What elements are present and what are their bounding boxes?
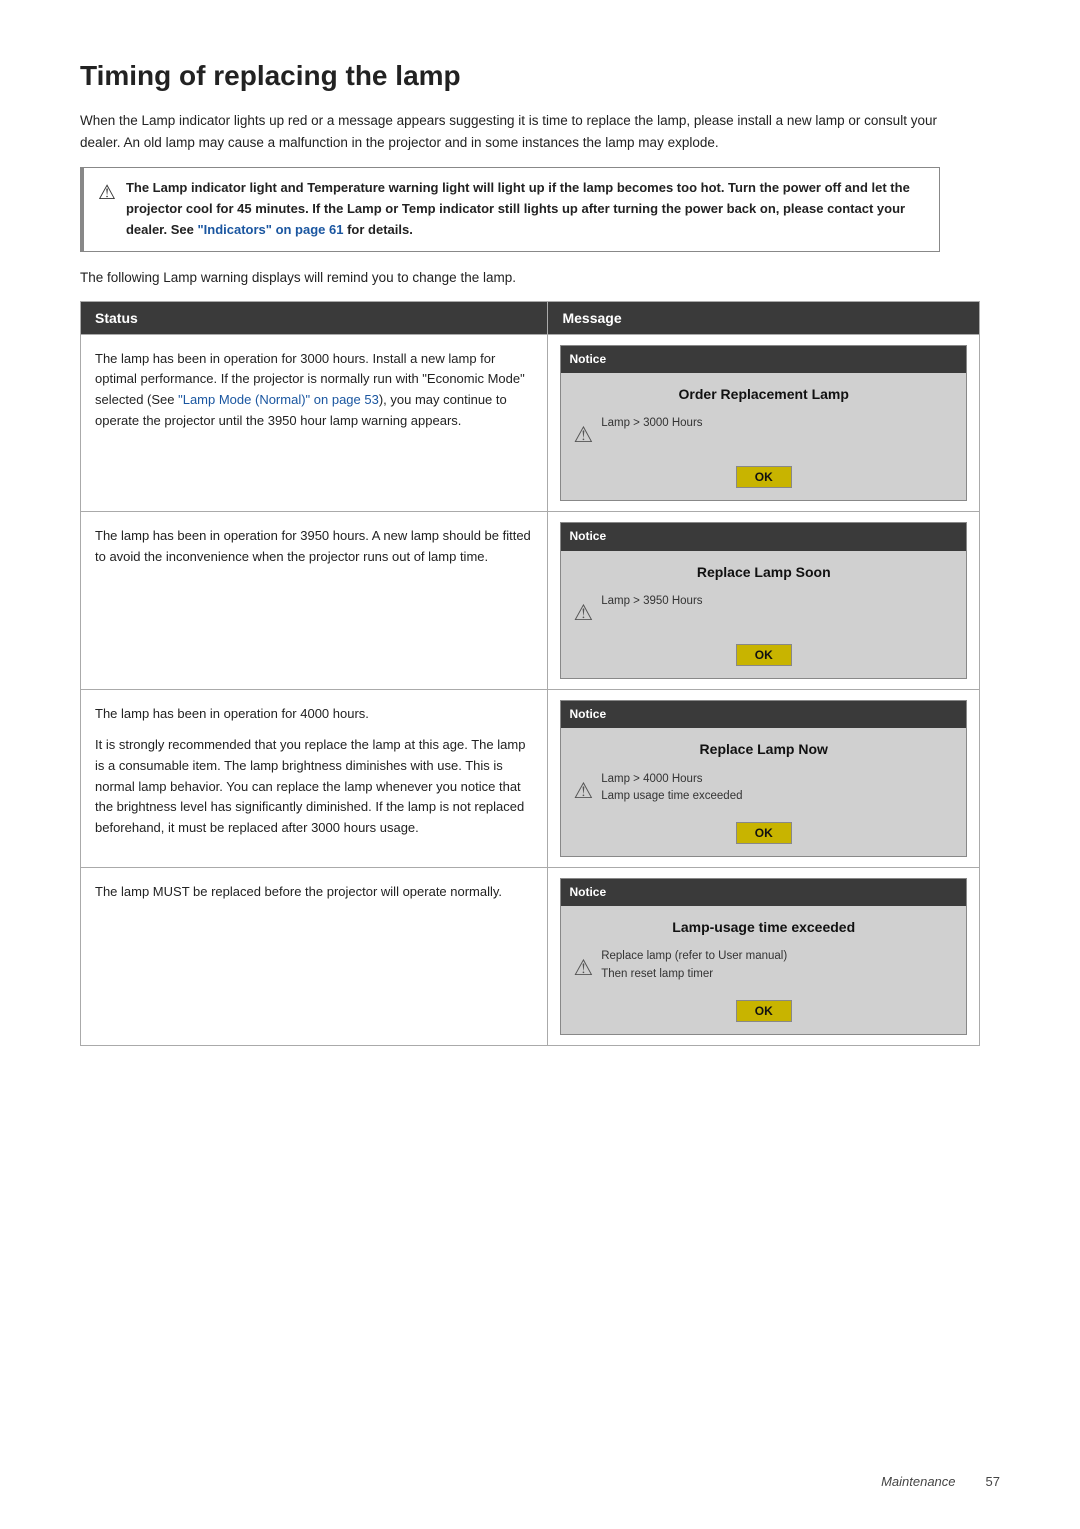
table-row: The lamp has been in operation for 3000 …	[81, 334, 980, 512]
msg-title-2: Replace Lamp Soon	[697, 561, 831, 583]
msg-detail-row-4: ⚠ Replace lamp (refer to User manual)The…	[573, 948, 954, 985]
intro-text: When the Lamp indicator lights up red or…	[80, 110, 940, 153]
msg-title-3: Replace Lamp Now	[700, 738, 828, 760]
msg-detail-1: Lamp > 3000 Hours	[601, 415, 702, 432]
msg-warning-icon-3: ⚠	[573, 773, 593, 808]
message-cell-2: Notice Replace Lamp Soon ⚠ Lamp > 3950 H…	[548, 512, 980, 690]
status-cell-1: The lamp has been in operation for 3000 …	[81, 334, 548, 512]
footer-page-number: 57	[986, 1474, 1000, 1489]
msg-detail-row-1: ⚠ Lamp > 3000 Hours	[573, 415, 954, 452]
table-row: The lamp has been in operation for 4000 …	[81, 690, 980, 868]
msg-title-4: Lamp-usage time exceeded	[672, 916, 855, 938]
status-cell-2: The lamp has been in operation for 3950 …	[81, 512, 548, 690]
status-cell-4: The lamp MUST be replaced before the pro…	[81, 867, 548, 1045]
ok-button-2[interactable]: OK	[736, 644, 792, 666]
table-row: The lamp has been in operation for 3950 …	[81, 512, 980, 690]
msg-notice-header-2: Notice	[561, 523, 966, 550]
ok-button-4[interactable]: OK	[736, 1000, 792, 1022]
table-row: The lamp MUST be replaced before the pro…	[81, 867, 980, 1045]
msg-detail-row-2: ⚠ Lamp > 3950 Hours	[573, 593, 954, 630]
message-cell-3: Notice Replace Lamp Now ⚠ Lamp > 4000 Ho…	[548, 690, 980, 868]
msg-detail-2: Lamp > 3950 Hours	[601, 593, 702, 610]
msg-box-body-2: Replace Lamp Soon ⚠ Lamp > 3950 Hours OK	[561, 551, 966, 679]
ok-button-3[interactable]: OK	[736, 822, 792, 844]
msg-warning-icon-2: ⚠	[573, 595, 593, 630]
status-cell-3: The lamp has been in operation for 4000 …	[81, 690, 548, 868]
message-box-3: Notice Replace Lamp Now ⚠ Lamp > 4000 Ho…	[560, 700, 967, 857]
lamp-warnings-table: Status Message The lamp has been in oper…	[80, 301, 980, 1046]
message-cell-1: Notice Order Replacement Lamp ⚠ Lamp > 3…	[548, 334, 980, 512]
msg-detail-3: Lamp > 4000 HoursLamp usage time exceede…	[601, 771, 742, 806]
message-box-1: Notice Order Replacement Lamp ⚠ Lamp > 3…	[560, 345, 967, 502]
message-box-4: Notice Lamp-usage time exceeded ⚠ Replac…	[560, 878, 967, 1035]
sub-intro-text: The following Lamp warning displays will…	[80, 270, 1000, 285]
message-cell-4: Notice Lamp-usage time exceeded ⚠ Replac…	[548, 867, 980, 1045]
footer-section-label: Maintenance	[881, 1474, 955, 1489]
msg-notice-header-4: Notice	[561, 879, 966, 906]
msg-notice-header-1: Notice	[561, 346, 966, 373]
msg-warning-icon-1: ⚠	[573, 417, 593, 452]
msg-title-1: Order Replacement Lamp	[679, 383, 849, 405]
message-box-2: Notice Replace Lamp Soon ⚠ Lamp > 3950 H…	[560, 522, 967, 679]
page-title: Timing of replacing the lamp	[80, 60, 1000, 92]
warning-text: The Lamp indicator light and Temperature…	[126, 178, 925, 240]
warning-box: ⚠ The Lamp indicator light and Temperatu…	[80, 167, 940, 251]
indicators-link[interactable]: "Indicators" on page 61	[198, 222, 344, 237]
message-col-header: Message	[548, 301, 980, 334]
status-col-header: Status	[81, 301, 548, 334]
warning-triangle-icon: ⚠	[98, 180, 116, 205]
msg-detail-4: Replace lamp (refer to User manual)Then …	[601, 948, 787, 983]
msg-box-body-4: Lamp-usage time exceeded ⚠ Replace lamp …	[561, 906, 966, 1034]
msg-detail-row-3: ⚠ Lamp > 4000 HoursLamp usage time excee…	[573, 771, 954, 808]
msg-warning-icon-4: ⚠	[573, 950, 593, 985]
msg-box-body-3: Replace Lamp Now ⚠ Lamp > 4000 HoursLamp…	[561, 728, 966, 856]
page-footer: Maintenance 57	[881, 1474, 1000, 1489]
msg-notice-header-3: Notice	[561, 701, 966, 728]
lamp-mode-link-1[interactable]: "Lamp Mode (Normal)" on page 53	[178, 392, 379, 407]
msg-box-body-1: Order Replacement Lamp ⚠ Lamp > 3000 Hou…	[561, 373, 966, 501]
ok-button-1[interactable]: OK	[736, 466, 792, 488]
